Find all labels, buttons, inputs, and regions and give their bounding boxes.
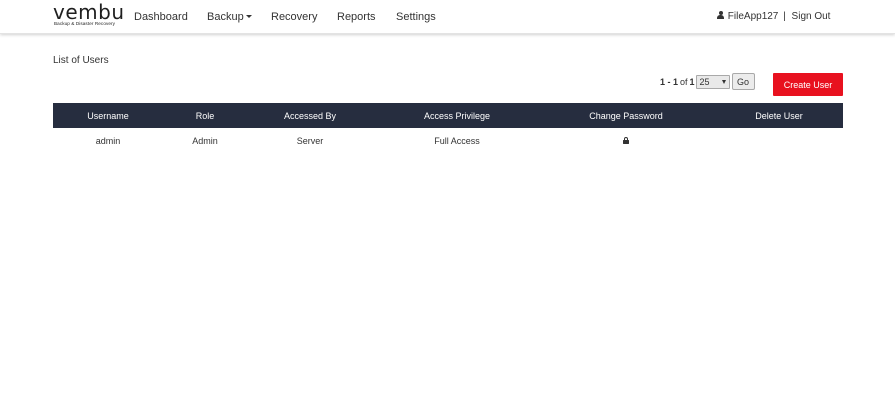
nav-backup[interactable]: Backup — [207, 11, 252, 23]
nav-backup-label: Backup — [207, 11, 244, 23]
page-title: List of Users — [53, 55, 109, 66]
col-access-privilege[interactable]: Access Privilege — [392, 111, 522, 121]
page-size-value: 25 — [699, 76, 710, 87]
cell-accessed-by: Server — [296, 136, 324, 146]
nav-dashboard[interactable]: Dashboard — [134, 11, 188, 23]
create-user-button[interactable]: Create User — [773, 73, 843, 96]
nav-recovery[interactable]: Recovery — [271, 11, 317, 23]
brand-tagline: Backup & Disaster Recovery — [54, 21, 116, 26]
sign-out-link[interactable]: Sign Out — [792, 11, 831, 22]
go-button[interactable]: Go — [731, 73, 755, 90]
pagination-total: 1 — [689, 76, 695, 87]
lock-icon[interactable] — [623, 137, 629, 144]
nav-separator: | — [783, 11, 786, 22]
pagination-range: 1 - 1 — [660, 76, 679, 87]
table-row: admin Admin Server Full Access — [53, 128, 843, 153]
nav-settings[interactable]: Settings — [396, 11, 436, 23]
select-arrow-icon — [721, 79, 726, 84]
brand-logo[interactable]: vembu Backup & Disaster Recovery — [53, 0, 124, 30]
user-area: FileApp127 | Sign Out — [717, 11, 830, 22]
cell-access-privilege: Full Access — [434, 136, 480, 146]
username-label[interactable]: FileApp127 — [728, 11, 779, 22]
pagination-of: of — [680, 76, 688, 87]
col-change-password: Change Password — [589, 111, 663, 121]
col-delete-user: Delete User — [755, 111, 803, 121]
nav-reports[interactable]: Reports — [337, 11, 376, 23]
users-table: Username Role Accessed By Access Privile… — [53, 103, 843, 153]
table-header: Username Role Accessed By Access Privile… — [53, 103, 843, 128]
col-accessed-by[interactable]: Accessed By — [245, 111, 375, 121]
caret-down-icon — [245, 15, 252, 18]
page-size-select[interactable]: 25 — [695, 74, 730, 89]
cell-change-password — [561, 136, 691, 146]
user-icon — [717, 11, 724, 20]
pagination: 1 - 1 of 1 25 Go — [660, 73, 755, 90]
top-navbar: vembu Backup & Disaster Recovery Dashboa… — [0, 0, 895, 34]
